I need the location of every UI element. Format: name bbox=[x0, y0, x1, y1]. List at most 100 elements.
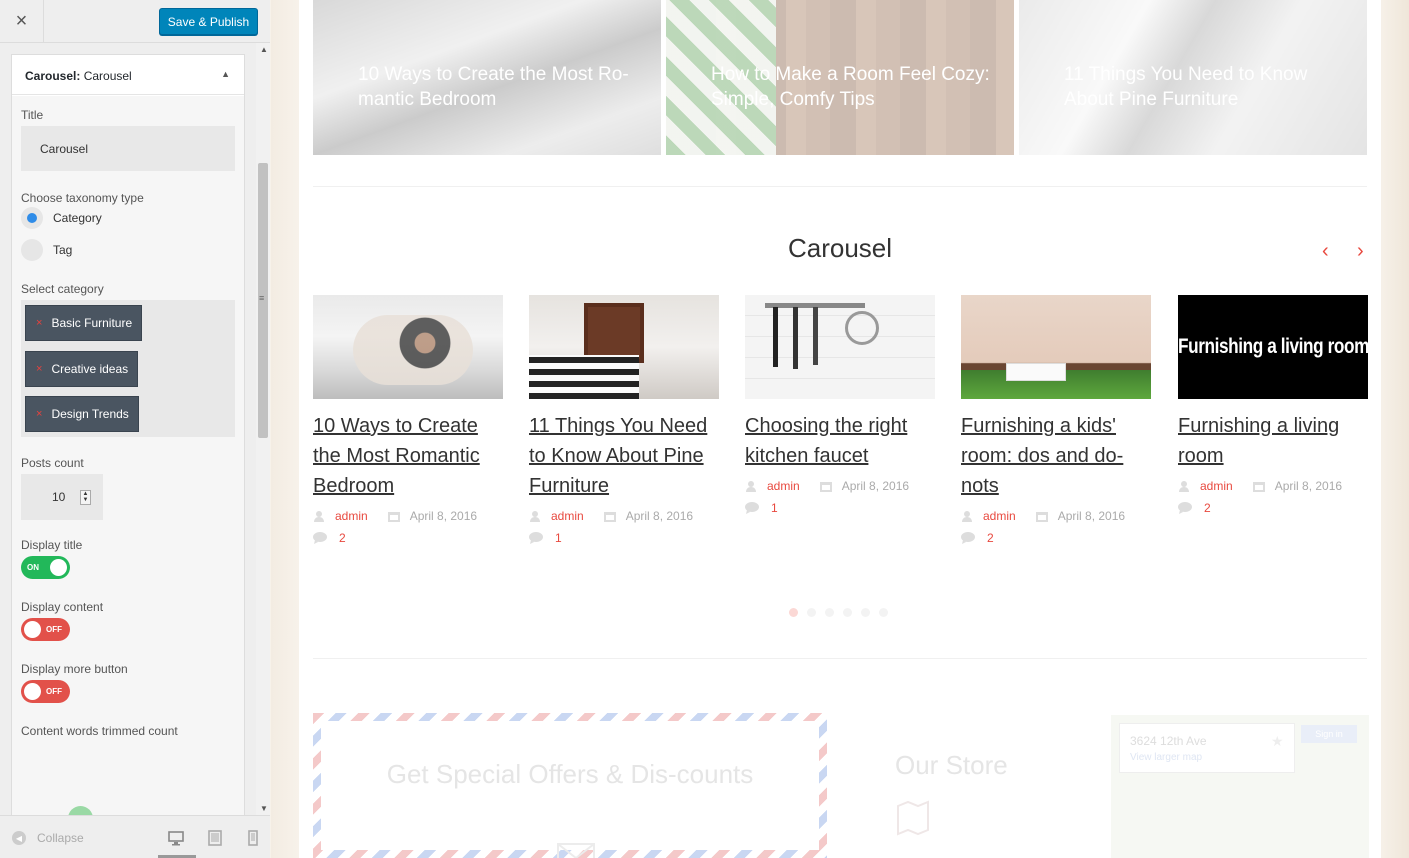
post-meta: admin April 8, 2016 bbox=[1178, 479, 1368, 493]
posts-count-label: Posts count bbox=[21, 456, 84, 470]
scroll-up-icon[interactable]: ▲ bbox=[260, 45, 268, 54]
post-title-link[interactable]: 11 Things You Need to Know About Pine Fu… bbox=[529, 411, 719, 501]
post-title-link[interactable]: 10 Ways to Create the Most Romantic Bedr… bbox=[313, 411, 503, 501]
comment-icon bbox=[313, 532, 327, 544]
thumb-knife bbox=[773, 307, 778, 367]
remove-icon[interactable]: × bbox=[36, 317, 42, 329]
post-date: April 8, 2016 bbox=[625, 509, 694, 523]
post-comments[interactable]: 2 bbox=[313, 531, 503, 545]
comment-count: 2 bbox=[987, 531, 994, 545]
pagination-dot[interactable] bbox=[861, 608, 870, 617]
post-author[interactable]: admin bbox=[1200, 479, 1233, 493]
mobile-icon[interactable] bbox=[245, 830, 261, 846]
title-input[interactable]: Carousel bbox=[21, 126, 235, 171]
hero-post[interactable]: How to Make a Room Feel Cozy: Simple, Co… bbox=[666, 0, 1014, 155]
customizer-sidebar: × Save & Publish Carousel: Carousel ▲ Ti… bbox=[0, 0, 270, 858]
offers-box: Get Special Offers & Dis-counts bbox=[313, 713, 827, 858]
pagination-dot[interactable] bbox=[879, 608, 888, 617]
hero-title[interactable]: How to Make a Room Feel Cozy: Simple, Co… bbox=[711, 62, 996, 112]
tablet-icon[interactable] bbox=[207, 830, 223, 846]
carousel-title: Carousel bbox=[787, 233, 893, 263]
hero-post[interactable]: 10 Ways to Create the Most Ro-mantic Bed… bbox=[313, 0, 661, 155]
category-label: Select category bbox=[21, 282, 104, 296]
caret-up-icon[interactable]: ▲ bbox=[221, 69, 230, 79]
post-title-link[interactable]: Choosing the right kitchen faucet bbox=[745, 411, 935, 471]
calendar-icon bbox=[819, 482, 832, 492]
thumb-fireplace bbox=[584, 303, 644, 363]
hero-title[interactable]: 11 Things You Need to Know About Pine Fu… bbox=[1064, 62, 1349, 112]
display-title-toggle[interactable]: ON bbox=[21, 556, 70, 579]
section-divider bbox=[313, 658, 1367, 659]
desktop-icon[interactable] bbox=[168, 830, 184, 846]
widget-header[interactable]: Carousel: Carousel ▲ bbox=[12, 55, 244, 95]
close-icon[interactable]: × bbox=[0, 0, 44, 42]
post-meta: admin April 8, 2016 bbox=[529, 509, 719, 523]
star-icon[interactable]: ★ bbox=[1271, 733, 1284, 750]
carousel-pagination bbox=[789, 608, 897, 617]
category-chip[interactable]: × Basic Furniture bbox=[25, 305, 143, 341]
post-thumbnail[interactable] bbox=[313, 295, 503, 399]
pagination-dot[interactable] bbox=[843, 608, 852, 617]
post-author[interactable]: admin bbox=[983, 509, 1016, 523]
scroll-down-icon[interactable]: ▼ bbox=[260, 804, 268, 813]
hero-title[interactable]: 10 Ways to Create the Most Ro-mantic Bed… bbox=[358, 62, 643, 112]
display-more-toggle[interactable]: OFF bbox=[21, 680, 70, 703]
toggle-state: OFF bbox=[46, 687, 62, 696]
taxonomy-label: Choose taxonomy type bbox=[21, 191, 144, 205]
post-author[interactable]: admin bbox=[551, 509, 584, 523]
chevron-left-icon[interactable]: ‹ bbox=[1322, 240, 1329, 263]
display-content-toggle[interactable]: OFF bbox=[21, 618, 70, 641]
post-comments[interactable]: 1 bbox=[529, 531, 719, 545]
post-thumbnail[interactable]: Furnishing a living room bbox=[1178, 295, 1368, 399]
post-author[interactable]: admin bbox=[767, 479, 800, 493]
radio-tag[interactable]: Tag bbox=[21, 239, 72, 261]
spinner-icon[interactable]: ▲ ▼ bbox=[80, 490, 91, 505]
category-chip[interactable]: × Design Trends bbox=[25, 396, 139, 432]
hero-post[interactable]: 11 Things You Need to Know About Pine Fu… bbox=[1019, 0, 1367, 155]
posts-count-input[interactable]: 10 ▲ ▼ bbox=[21, 474, 103, 520]
save-publish-button[interactable]: Save & Publish bbox=[159, 8, 258, 35]
user-icon bbox=[962, 511, 972, 522]
title-label: Title bbox=[21, 108, 44, 122]
radio-category[interactable]: Category bbox=[21, 207, 102, 229]
thumb-text: Furnishing a living room bbox=[1178, 335, 1368, 358]
post-date: April 8, 2016 bbox=[1274, 479, 1343, 493]
radio-button-checked[interactable] bbox=[21, 207, 43, 229]
pagination-dot[interactable] bbox=[789, 608, 798, 617]
post-comments[interactable]: 2 bbox=[961, 531, 1151, 545]
display-content-label: Display content bbox=[21, 600, 104, 614]
pagination-dot[interactable] bbox=[807, 608, 816, 617]
category-chip[interactable]: × Creative ideas bbox=[25, 351, 139, 387]
map-signin-button[interactable]: Sign in bbox=[1301, 725, 1357, 743]
trim-slider-handle[interactable] bbox=[68, 806, 94, 815]
post-title-link[interactable]: Furnishing a kids' room: dos and do-nots bbox=[961, 411, 1151, 501]
chevron-right-icon[interactable]: › bbox=[1357, 240, 1364, 263]
remove-icon[interactable]: × bbox=[36, 363, 42, 375]
post-comments[interactable]: 1 bbox=[745, 501, 935, 515]
comment-count: 1 bbox=[555, 531, 562, 545]
store-map[interactable]: 3624 12th Ave View larger map ★ Sign in bbox=[1111, 715, 1369, 858]
toggle-state: ON bbox=[27, 563, 39, 572]
collapse-button[interactable]: ◀ Collapse bbox=[12, 831, 84, 845]
post-thumbnail[interactable] bbox=[529, 295, 719, 399]
widget-form: Title Carousel Choose taxonomy type Cate… bbox=[12, 96, 244, 815]
collapse-label: Collapse bbox=[37, 831, 84, 845]
calendar-icon bbox=[1035, 512, 1048, 522]
post-title-link[interactable]: Furnishing a living room bbox=[1178, 411, 1368, 471]
post-thumbnail[interactable] bbox=[745, 295, 935, 399]
post-thumbnail[interactable] bbox=[961, 295, 1151, 399]
thumb-figure bbox=[353, 315, 473, 385]
category-multiselect[interactable]: × Basic Furniture × Creative ideas × Des… bbox=[21, 300, 235, 437]
toggle-knob bbox=[50, 559, 67, 576]
calendar-icon bbox=[387, 512, 400, 522]
calendar-icon bbox=[603, 512, 616, 522]
pagination-dot[interactable] bbox=[825, 608, 834, 617]
remove-icon[interactable]: × bbox=[36, 408, 42, 420]
trim-count-label: Content words trimmed count bbox=[21, 724, 178, 738]
sidebar-scrollbar[interactable]: ▲ ≡ ▼ bbox=[256, 43, 270, 815]
map-larger-link[interactable]: View larger map bbox=[1130, 752, 1284, 763]
comment-count: 1 bbox=[771, 501, 778, 515]
post-author[interactable]: admin bbox=[335, 509, 368, 523]
radio-button[interactable] bbox=[21, 239, 43, 261]
post-comments[interactable]: 2 bbox=[1178, 501, 1368, 515]
